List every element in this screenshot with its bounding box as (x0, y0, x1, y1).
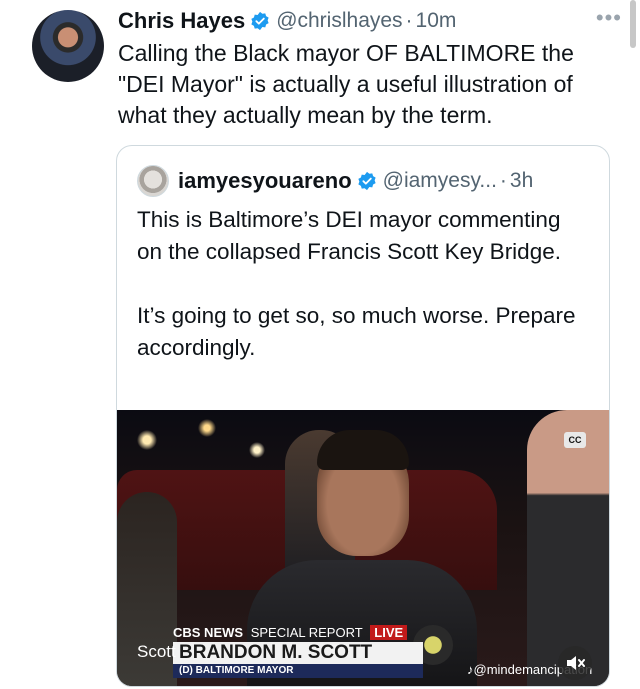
closed-captions-icon[interactable]: CC (564, 432, 586, 448)
network-name: CBS NEWS (173, 625, 244, 640)
verified-badge-icon (358, 171, 376, 191)
live-badge: LIVE (370, 625, 408, 640)
tweet-text: Calling the Black mayor OF BALTIMORE the… (118, 40, 574, 128)
special-report-label: SPECIAL REPORT (250, 625, 363, 640)
quoted-tweet[interactable]: iamyesyouareno @iamyesy... · 3h This is … (116, 145, 610, 687)
author-name[interactable]: Chris Hayes (118, 8, 245, 34)
quoted-text-paragraph-1: This is Baltimore’s DEI mayor commenting… (137, 207, 561, 264)
tweet-header: Chris Hayes @chrislhayes · 10m (118, 6, 456, 36)
more-options-icon[interactable]: ••• (596, 7, 622, 29)
quoted-tweet-text: This is Baltimore’s DEI mayor commenting… (137, 204, 587, 364)
network-banner: CBS NEWS SPECIAL REPORT LIVE (173, 625, 408, 640)
speaker-hair (317, 430, 409, 470)
video-caption: Scott (137, 642, 176, 661)
separator-dot: · (405, 9, 413, 32)
speaker-title: (D) BALTIMORE MAYOR (173, 664, 423, 678)
quoted-author-handle[interactable]: @iamyesy... (383, 169, 497, 193)
separator-dot: · (499, 169, 507, 192)
speaker-nameplate: BRANDON M. SCOTT (173, 642, 423, 664)
author-handle[interactable]: @chrislhayes (276, 9, 402, 33)
video-player[interactable]: CC CBS NEWS SPECIAL REPORT LIVE BRANDON … (117, 410, 609, 686)
speaker-muted-icon (567, 656, 585, 670)
quoted-tweet-timestamp[interactable]: 3h (510, 169, 533, 193)
person-right (527, 410, 609, 686)
quoted-author-name[interactable]: iamyesyouareno (178, 168, 352, 194)
scrollbar[interactable] (630, 0, 636, 48)
tweet-timestamp[interactable]: 10m (416, 9, 457, 33)
quoted-author-avatar[interactable] (137, 165, 169, 197)
quoted-tweet-header: iamyesyouareno @iamyesy... · 3h (137, 165, 533, 197)
mute-button[interactable] (558, 646, 592, 680)
quoted-text-paragraph-2: It’s going to get so, so much worse. Pre… (137, 303, 576, 360)
verified-badge-icon (251, 11, 269, 31)
author-avatar[interactable] (32, 10, 104, 82)
